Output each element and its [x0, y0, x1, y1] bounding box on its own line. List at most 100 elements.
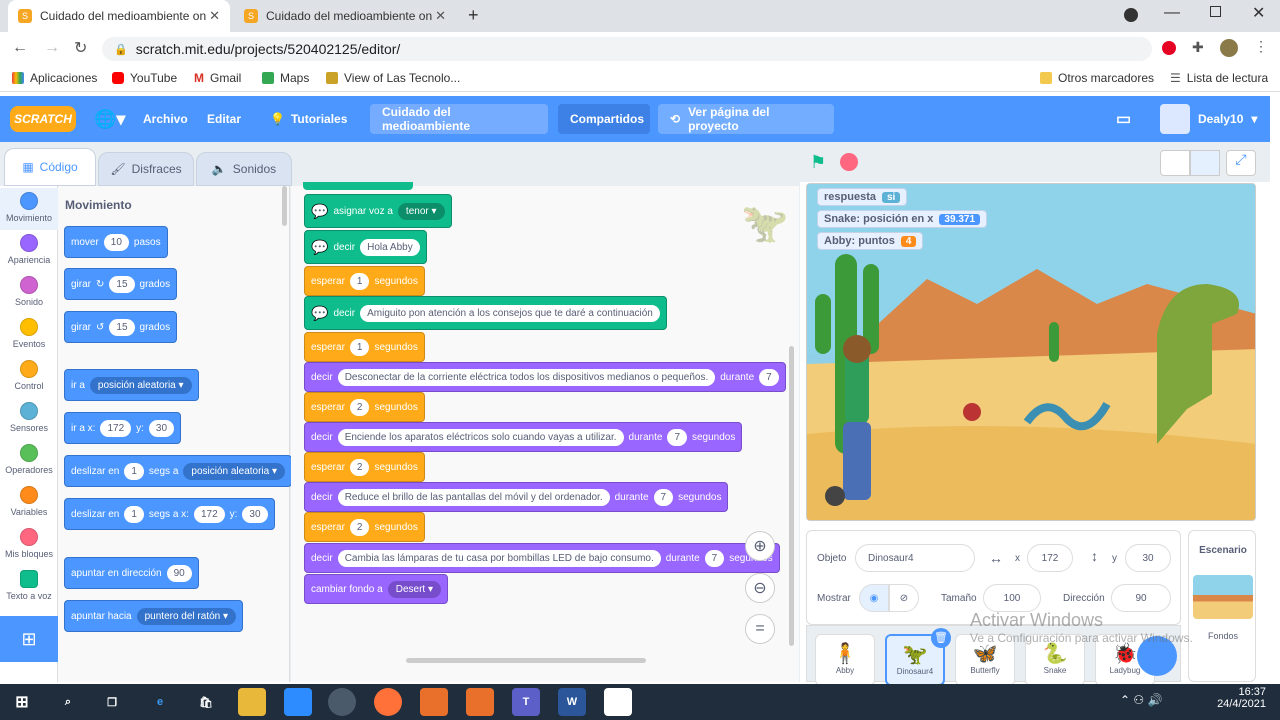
- script-block-speak[interactable]: 💬 decir Hola Abby: [304, 230, 427, 264]
- stage-target-panel[interactable]: Escenario Fondos: [1188, 530, 1256, 682]
- new-tab-plus-icon[interactable]: +: [468, 5, 479, 26]
- block-input[interactable]: Amiguito pon atención a los consejos que…: [360, 304, 660, 322]
- script-block-speak[interactable]: 💬 decir Amiguito pon atención a los consej…: [304, 296, 667, 330]
- back-arrow-icon[interactable]: ←: [12, 39, 28, 57]
- block-glide[interactable]: deslizar en 1 segs a posición aleatoria ▾: [64, 455, 293, 487]
- app-icon[interactable]: [420, 688, 448, 716]
- script-horizontal-scrollbar[interactable]: [406, 658, 646, 663]
- script-block-wait[interactable]: esperar 1 segundos: [304, 332, 425, 362]
- script-block-set-voice[interactable]: 💬 asignar voz a tenor ▾: [304, 194, 452, 228]
- category-looks[interactable]: Apariencia: [0, 230, 58, 272]
- direction-input[interactable]: 90: [1111, 584, 1171, 612]
- menu-tutorials[interactable]: 💡 Tutoriales: [270, 96, 347, 142]
- tab-code[interactable]: ▦ Código: [4, 148, 96, 186]
- delete-sprite-icon[interactable]: 🗑: [931, 628, 951, 648]
- block-input[interactable]: 172: [193, 505, 225, 523]
- add-extension-button[interactable]: ⊞: [0, 616, 58, 662]
- minimize-icon[interactable]: —: [1164, 4, 1180, 22]
- sprite-name-input[interactable]: Dinosaur4: [855, 544, 975, 572]
- block-input[interactable]: Enciende los aparatos eléctricos solo cu…: [337, 428, 624, 446]
- block-input[interactable]: 10: [103, 233, 129, 251]
- block-input[interactable]: 2: [349, 458, 370, 476]
- category-motion[interactable]: Movimiento: [0, 188, 58, 230]
- backdrop-thumbnail[interactable]: [1193, 575, 1253, 619]
- chrome-icon[interactable]: [328, 688, 356, 716]
- block-point-direction[interactable]: apuntar en dirección 90: [64, 557, 199, 589]
- menu-edit[interactable]: Editar: [207, 96, 241, 142]
- forward-arrow-icon[interactable]: →: [44, 39, 60, 57]
- window-close-icon[interactable]: ✕: [1252, 3, 1265, 23]
- block-input[interactable]: 90: [166, 564, 192, 582]
- clock[interactable]: 16:37 24/4/2021: [1210, 686, 1266, 710]
- block-input[interactable]: 1: [124, 462, 144, 480]
- category-variables[interactable]: Variables: [0, 482, 58, 524]
- block-input[interactable]: 30: [242, 505, 268, 523]
- close-icon[interactable]: ✕: [209, 8, 220, 24]
- task-view-icon[interactable]: ❐: [98, 688, 126, 716]
- block-move[interactable]: mover 10 pasos: [64, 226, 168, 258]
- block-turn-right[interactable]: girar ↻ 15 grados: [64, 268, 178, 300]
- script-block-say-for[interactable]: decir Cambia las lámparas de tu casa por …: [304, 543, 780, 573]
- bookmark-view[interactable]: View of Las Tecnolo...: [326, 71, 460, 85]
- category-sensing[interactable]: Sensores: [0, 398, 58, 440]
- palette-scrollbar[interactable]: [282, 186, 287, 226]
- script-vertical-scrollbar[interactable]: [789, 346, 794, 646]
- bookmark-apps[interactable]: Aplicaciones: [12, 71, 97, 85]
- block-input[interactable]: 30: [148, 419, 175, 437]
- script-block-say-for[interactable]: decir Enciende los aparatos eléctricos so…: [304, 422, 743, 452]
- close-icon[interactable]: ✕: [435, 8, 446, 24]
- block-input[interactable]: 172: [100, 419, 132, 437]
- maximize-icon[interactable]: [1210, 6, 1221, 17]
- app-icon[interactable]: [466, 688, 494, 716]
- script-block-wait[interactable]: esperar 2 segundos: [304, 452, 425, 482]
- category-sound[interactable]: Sonido: [0, 272, 58, 314]
- firefox-icon[interactable]: [374, 688, 402, 716]
- block-input[interactable]: 1: [349, 272, 370, 290]
- block-input[interactable]: Desconectar de la corriente eléctrica to…: [337, 368, 716, 386]
- category-control[interactable]: Control: [0, 356, 58, 398]
- zoom-icon[interactable]: [284, 688, 312, 716]
- account-menu[interactable]: Dealy10 ▾: [1160, 96, 1257, 142]
- script-block-switch-backdrop[interactable]: cambiar fondo a Desert ▾: [304, 574, 448, 604]
- block-input[interactable]: 7: [704, 549, 725, 567]
- menu-file[interactable]: Archivo: [143, 96, 188, 142]
- small-stage-icon[interactable]: [1160, 150, 1190, 176]
- block-input[interactable]: 7: [667, 428, 687, 446]
- see-project-page-button[interactable]: ⟲ Ver página del proyecto: [658, 104, 834, 134]
- stop-icon[interactable]: [840, 153, 858, 171]
- category-events[interactable]: Eventos: [0, 314, 58, 356]
- script-block-say-for[interactable]: decir Reduce el brillo de las pantallas d…: [304, 482, 729, 512]
- pinterest-extension-icon[interactable]: [1162, 41, 1176, 55]
- block-input[interactable]: 15: [109, 275, 135, 293]
- windows-start-icon[interactable]: ⊞: [8, 688, 36, 716]
- browser-tab[interactable]: S Cuidado del medioambiente on ✕: [234, 0, 456, 32]
- tab-search-icon[interactable]: [1124, 8, 1138, 22]
- kebab-menu-icon[interactable]: ⋮: [1254, 38, 1268, 55]
- reload-icon[interactable]: ↻: [74, 38, 87, 58]
- block-input[interactable]: 1: [124, 505, 144, 523]
- project-title-input[interactable]: Cuidado del medioambiente: [370, 104, 548, 134]
- category-text-to-speech[interactable]: Texto a voz: [0, 566, 58, 608]
- word-icon[interactable]: W: [558, 688, 586, 716]
- category-operators[interactable]: Operadores: [0, 440, 58, 482]
- zoom-reset-icon[interactable]: =: [745, 614, 775, 644]
- zoom-out-icon[interactable]: ⊖: [745, 573, 775, 603]
- zoom-in-icon[interactable]: ⊕: [745, 531, 775, 561]
- show-eye-icon[interactable]: ◉: [859, 584, 889, 612]
- y-input[interactable]: 30: [1125, 544, 1171, 572]
- block-input[interactable]: Hola Abby: [360, 238, 420, 256]
- category-my-blocks[interactable]: Mis bloques: [0, 524, 58, 566]
- block-dropdown[interactable]: Desert ▾: [387, 580, 441, 598]
- script-block-wait[interactable]: esperar 1 segundos: [304, 266, 425, 296]
- block-input[interactable]: 7: [653, 488, 674, 506]
- script-block-wait[interactable]: esperar 2 segundos: [304, 512, 425, 542]
- browser-tab[interactable]: S Cuidado del medioambiente on ✕: [8, 0, 230, 32]
- block-input[interactable]: 1: [349, 338, 370, 356]
- x-input[interactable]: 172: [1027, 544, 1073, 572]
- profile-avatar[interactable]: [1220, 39, 1238, 57]
- block-glide-xy[interactable]: deslizar en 1 segs a x: 172 y: 30: [64, 498, 275, 530]
- tray-icons[interactable]: ⌃ ⚇ 🔊: [1120, 693, 1162, 707]
- hide-eye-icon[interactable]: ⊘: [889, 584, 919, 612]
- search-icon[interactable]: ⌕: [54, 688, 82, 716]
- store-icon[interactable]: 🛍: [192, 688, 220, 716]
